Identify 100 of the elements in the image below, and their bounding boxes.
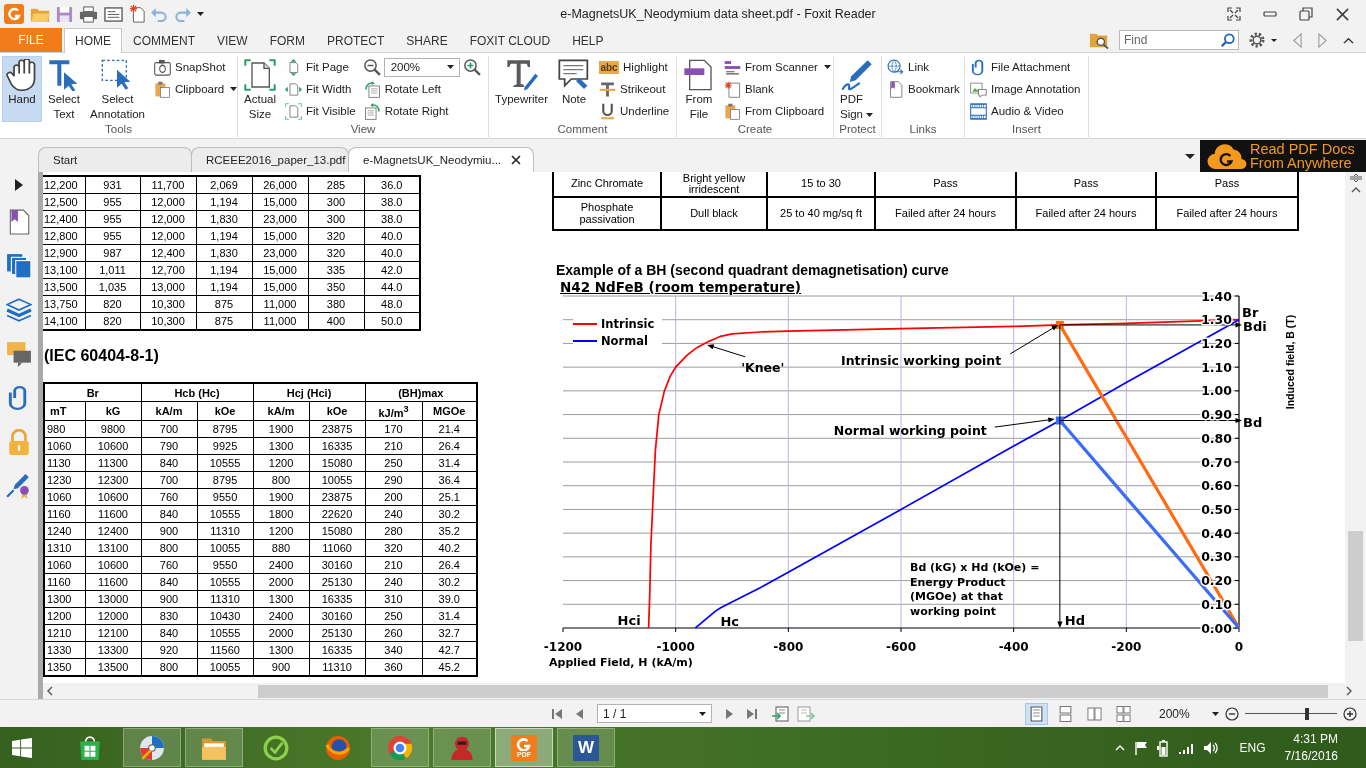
ribbon-tab[interactable]: HELP: [561, 28, 615, 52]
ribbon-button[interactable]: Blank: [721, 78, 834, 100]
ribbon-button[interactable]: From Clipboard: [721, 100, 834, 122]
comments-icon[interactable]: [6, 341, 32, 367]
folder-search-icon[interactable]: [1089, 31, 1109, 49]
zoom-out-icon[interactable]: [362, 58, 381, 76]
ribbon-tab[interactable]: FORM: [258, 28, 316, 52]
fullscreen-icon[interactable]: [1227, 7, 1241, 21]
document-tab[interactable]: RCEEE2016_paper_13.pdf: [191, 147, 349, 172]
ribbon-button[interactable]: File Attachment: [967, 56, 1084, 78]
pages-icon[interactable]: [6, 253, 32, 279]
clock-time[interactable]: 4:31 PM: [1293, 730, 1338, 748]
ribbon-button[interactable]: Image Annotation: [967, 78, 1084, 100]
new-document-icon[interactable]: [129, 5, 145, 23]
clock-date[interactable]: 7/16/2016: [1284, 747, 1338, 765]
chevron-up-icon[interactable]: [1114, 744, 1125, 751]
scroll-left-icon[interactable]: [47, 686, 53, 696]
window-panes-icon[interactable]: [12, 737, 32, 758]
taskbar-button[interactable]: W: [557, 728, 615, 767]
taskbar-button[interactable]: [123, 728, 181, 767]
ribbon-button[interactable]: Typewriter: [491, 56, 553, 122]
next-page-icon[interactable]: [726, 707, 733, 720]
ribbon-button[interactable]: Audio & Video: [967, 100, 1084, 122]
close-icon[interactable]: [511, 155, 521, 165]
ribbon-tab[interactable]: FOXIT CLOUD: [458, 28, 562, 52]
ribbon-button[interactable]: Select Text: [44, 56, 84, 122]
zoom-combo[interactable]: 200%: [383, 57, 460, 77]
scroll-right-icon[interactable]: [1346, 686, 1352, 696]
battery-icon[interactable]: [1156, 738, 1169, 757]
find-field[interactable]: Find: [1119, 30, 1239, 50]
ribbon-button[interactable]: SnapShot: [151, 56, 241, 78]
restore-icon[interactable]: [1299, 7, 1313, 21]
document-tab[interactable]: e-MagnetsUK_Neodymiu...: [348, 147, 534, 172]
previous-page-icon[interactable]: [576, 707, 583, 720]
slider-thumb[interactable]: [1305, 707, 1310, 720]
close-icon[interactable]: [1335, 7, 1349, 21]
ribbon-tab[interactable]: PROTECT: [316, 28, 396, 52]
speaker-icon[interactable]: [1202, 740, 1219, 755]
expand-icon[interactable]: [15, 179, 23, 191]
continuous-pages-icon[interactable]: [1058, 705, 1073, 722]
zoom-combo[interactable]: 200%: [1159, 706, 1219, 721]
ribbon-button[interactable]: Fit Visible: [282, 100, 359, 122]
layers-icon[interactable]: [6, 297, 32, 323]
facing-pages-icon[interactable]: [1087, 705, 1102, 722]
scrollbar-thumb[interactable]: [1348, 531, 1363, 641]
scroll-up-icon[interactable]: [1350, 187, 1361, 193]
page-arrow-icon[interactable]: [771, 705, 789, 722]
ribbon-button[interactable]: Select Annotation: [86, 56, 149, 122]
caret-icon[interactable]: [1185, 154, 1195, 159]
ribbon-tab[interactable]: COMMENT: [122, 28, 206, 52]
taskbar-button[interactable]: [371, 728, 429, 767]
save-icon[interactable]: [56, 5, 73, 23]
ribbon-tab[interactable]: SHARE: [395, 28, 459, 52]
globe-icon[interactable]: [325, 734, 351, 761]
signal-bars-icon[interactable]: [1177, 741, 1194, 754]
first-page-icon[interactable]: [552, 707, 562, 720]
caret-icon[interactable]: [197, 12, 204, 16]
signature-badge-icon[interactable]: [6, 473, 32, 499]
shopping-bag-icon[interactable]: [77, 734, 103, 761]
ribbon-button[interactable]: Fit Page: [282, 56, 359, 78]
last-page-icon[interactable]: [747, 707, 757, 720]
ribbon-button[interactable]: Actual Size: [240, 56, 280, 122]
ribbon-button[interactable]: Strikeout: [596, 78, 673, 100]
zoom-in-icon[interactable]: [1342, 706, 1357, 721]
taskbar-button[interactable]: [185, 728, 243, 767]
ribbon-button[interactable]: From File: [679, 56, 719, 122]
ribbon-button[interactable]: Hand: [2, 56, 42, 122]
single-page-icon[interactable]: [1029, 705, 1044, 722]
app-logo-icon[interactable]: [4, 4, 24, 24]
ribbon-button[interactable]: Rotate Left: [360, 78, 483, 100]
search-icon[interactable]: [1221, 33, 1235, 47]
scrollbar-thumb[interactable]: [258, 684, 1328, 698]
ribbon-button[interactable]: Clipboard: [151, 78, 241, 100]
zoom-out-icon[interactable]: [1224, 706, 1239, 721]
page-combo[interactable]: 1 / 1: [597, 704, 712, 723]
ribbon-tab[interactable]: VIEW: [206, 28, 259, 52]
zoom-in-icon[interactable]: [462, 58, 481, 76]
print-icon[interactable]: [79, 5, 98, 23]
card-icon[interactable]: [104, 6, 123, 22]
ribbon-button[interactable]: Underline: [596, 100, 673, 122]
check-ring-icon[interactable]: [263, 734, 289, 761]
minimize-icon[interactable]: [1263, 11, 1277, 17]
split-icon[interactable]: [1349, 174, 1362, 182]
ribbon-button[interactable]: Link: [884, 56, 963, 78]
continuous-facing-icon[interactable]: [1116, 705, 1131, 722]
ribbon-button[interactable]: Rotate Right: [360, 100, 483, 122]
ribbon-button[interactable]: From Scanner: [721, 56, 834, 78]
ribbon-button[interactable]: Bookmark: [884, 78, 963, 100]
settings-icon[interactable]: [1249, 32, 1265, 48]
ribbon-button[interactable]: Note: [554, 56, 595, 122]
ribbon-button[interactable]: abc Highlight: [596, 56, 673, 78]
ribbon-tab[interactable]: HOME: [64, 28, 122, 53]
ribbon-button[interactable]: PDF Sign: [836, 56, 877, 122]
language-indicator[interactable]: ENG: [1239, 740, 1266, 755]
table-cell: Pass: [875, 172, 1016, 197]
ad-banner[interactable]: Read PDF Docs From Anywhere: [1200, 140, 1366, 172]
flag-icon[interactable]: [1133, 740, 1148, 755]
ribbon-button[interactable]: Fit Width: [282, 78, 359, 100]
collapse-icon[interactable]: [1343, 36, 1354, 44]
document-tab[interactable]: Start: [38, 147, 192, 172]
